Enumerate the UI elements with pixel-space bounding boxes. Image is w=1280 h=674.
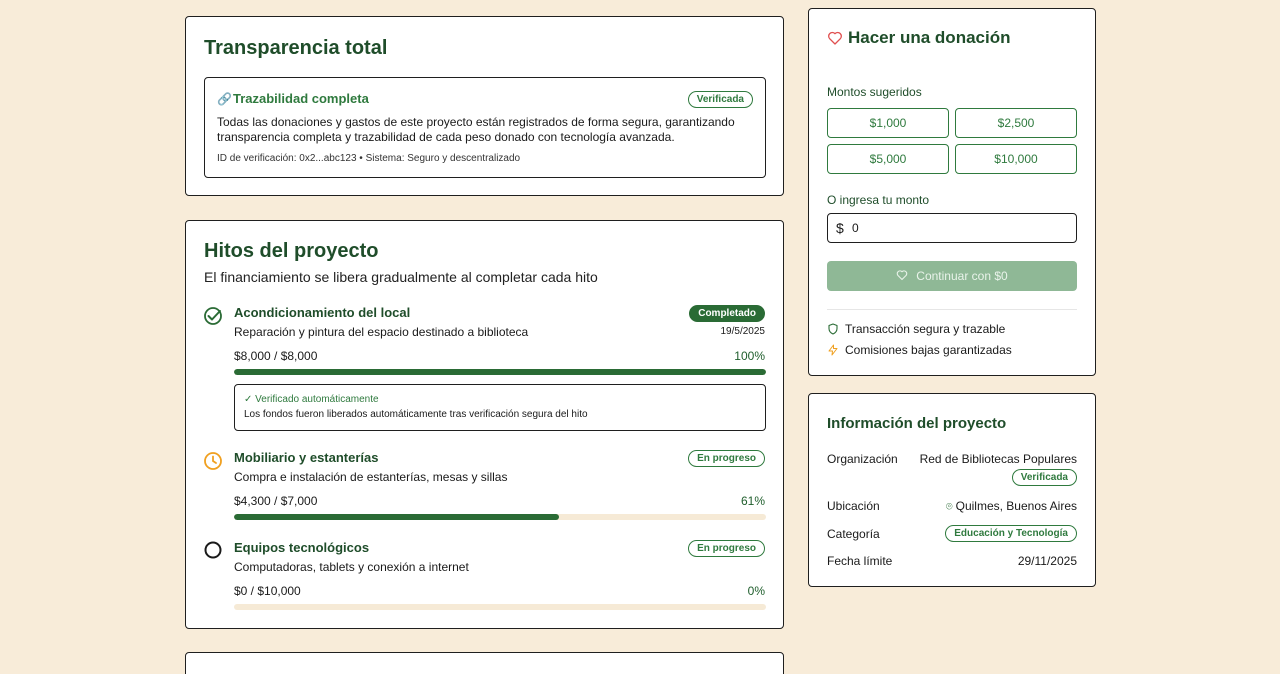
pin-icon: ⌾ [946,501,953,513]
org-value: Red de Bibliotecas Populares [919,452,1077,466]
deadline-label: Fecha límite [827,554,893,568]
milestone-percent: 100% [734,349,765,363]
shield-icon [828,323,838,335]
verified-release-text: Los fondos fueron liberados automáticame… [244,409,588,420]
project-info-title: Información del proyecto [827,415,1007,432]
category-badge: Educación y Tecnología [945,525,1077,542]
status-badge: Completado [689,305,765,322]
status-badge: En progreso [688,450,765,467]
traceability-text-line-2: transparencia completa y trazabilidad de… [217,130,675,144]
category-label: Categoría [827,527,880,541]
clock-icon [204,452,222,470]
milestone-progress-fill [234,514,559,520]
donation-title: Hacer una donación [848,28,1011,47]
donation-card: Hacer una donación Montos sugeridos $1,0… [808,8,1096,376]
project-info-card: Información del proyecto Organización Re… [808,393,1096,587]
milestone-progress-bar [234,514,766,520]
transparency-title: Transparencia total [204,37,388,59]
milestone-progress-bar [234,604,766,610]
continue-button[interactable]: Continuar con $0 [827,261,1077,291]
link-icon: 🔗 [217,92,232,106]
feature-low-fees: Comisiones bajas garantizadas [845,343,1012,357]
deadline-value: 29/11/2025 [1017,554,1077,568]
milestone-percent: 0% [747,584,765,598]
milestone-amount: $4,300 / $7,000 [234,494,318,508]
milestone-desc: Computadoras, tablets y conexión a inter… [234,560,469,574]
milestones-card: Hitos del proyecto El financiamiento se … [185,220,784,629]
verified-release-box: ✓ Verificado automáticamente Los fondos … [234,384,766,431]
milestone-amount: $0 / $10,000 [234,584,301,598]
custom-amount-label: O ingresa tu monto [827,193,930,207]
divider [827,309,1077,310]
status-badge: En progreso [688,540,765,557]
amount-button-10000[interactable]: $10,000 [955,144,1077,174]
milestone-desc: Reparación y pintura del espacio destina… [234,325,529,339]
traceability-title: Trazabilidad completa [233,91,369,106]
location-value: Quilmes, Buenos Aires [955,499,1077,513]
milestone-percent: 61% [740,494,765,508]
milestone-progress-fill [234,369,766,375]
custom-amount-input[interactable]: 0 [852,221,859,235]
traceability-text-line-1: Todas las donaciones y gastos de este pr… [217,115,735,129]
location-label: Ubicación [827,499,880,513]
transparency-card: Transparencia total 🔗 Trazabilidad compl… [185,16,784,196]
org-label: Organización [827,452,898,466]
milestone-amount: $8,000 / $8,000 [234,349,318,363]
org-verified-badge: Verificada [1011,469,1077,486]
verified-badge: Verificada [687,91,753,108]
currency-symbol: $ [836,220,844,236]
heart-icon [828,31,842,45]
heart-icon [897,270,908,281]
custom-amount-field[interactable]: $ 0 [827,213,1077,243]
milestone-title: Equipos tecnológicos [234,540,370,555]
milestone-progress-bar [234,369,766,375]
amount-button-5000[interactable]: $5,000 [827,144,949,174]
milestone-date: 19/5/2025 [720,326,766,337]
milestones-title: Hitos del proyecto [204,240,379,262]
milestone-title: Acondicionamiento del local [234,305,411,320]
traceability-box: 🔗 Trazabilidad completa Verificada Todas… [204,77,766,178]
feature-secure: Transacción segura y trazable [845,322,1006,336]
next-section-card [185,652,784,674]
verification-meta: ID de verificación: 0x2...abc123 • Siste… [217,153,521,164]
milestones-subtitle: El financiamiento se libera gradualmente… [204,269,598,285]
lightning-icon [828,344,838,356]
verified-release-title: ✓ Verificado automáticamente [244,394,379,405]
milestone-desc: Compra e instalación de estanterías, mes… [234,470,508,484]
continue-button-label: Continuar con $0 [916,269,1008,283]
amount-button-2500[interactable]: $2,500 [955,108,1077,138]
amount-button-1000[interactable]: $1,000 [827,108,949,138]
suggested-amounts-label: Montos sugeridos [827,85,922,99]
check-circle-icon [204,307,222,325]
milestone-title: Mobiliario y estanterías [234,450,379,465]
empty-circle-icon [204,541,222,559]
location-row: ⌾ Quilmes, Buenos Aires [946,499,1077,514]
